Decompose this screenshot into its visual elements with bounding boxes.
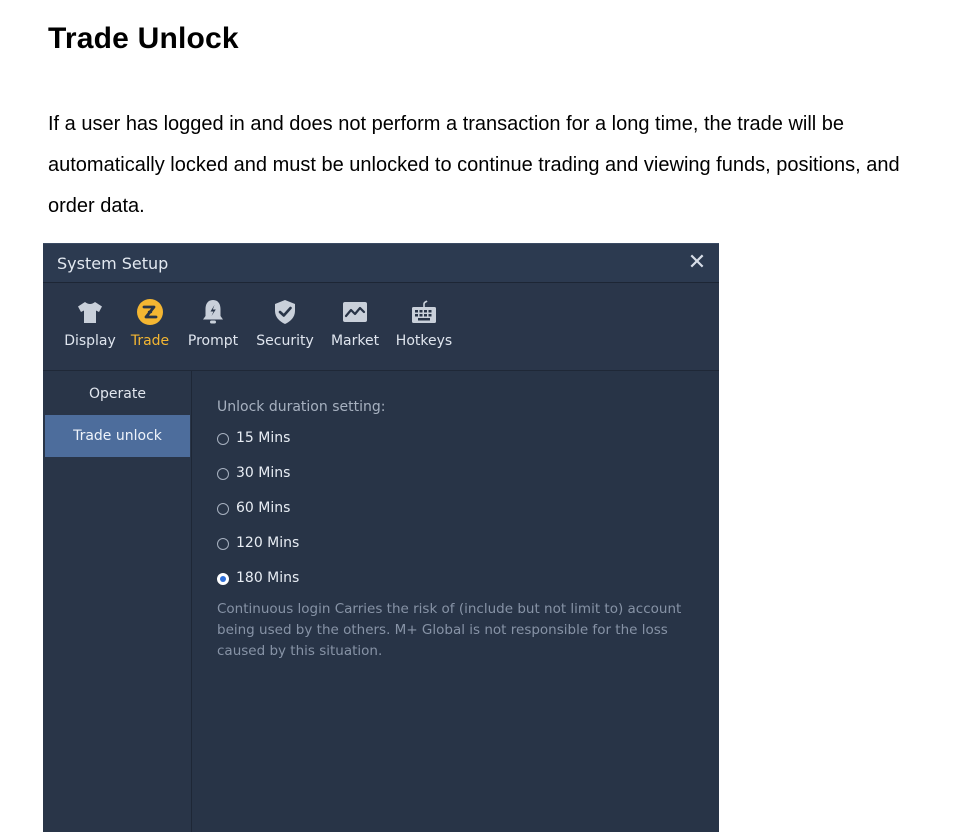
tab-prompt-label: Prompt	[187, 333, 239, 349]
tab-display-label: Display	[64, 333, 116, 349]
tab-market-label: Market	[330, 333, 380, 349]
bell-icon	[203, 300, 223, 324]
close-icon[interactable]: ✕	[683, 249, 711, 277]
settings-sidebar: Operate Trade unlock	[43, 371, 192, 832]
radio-button[interactable]	[217, 573, 229, 585]
risk-notice: Continuous login Carries the risk of (in…	[217, 601, 682, 659]
sidebar-item-trade-unlock[interactable]: Trade unlock	[45, 415, 190, 457]
trade-icon	[137, 299, 163, 325]
page-title: Trade Unlock	[48, 22, 239, 55]
shield-icon	[275, 300, 295, 324]
shirt-icon	[78, 302, 102, 323]
unlock-duration-label: Unlock duration setting:	[217, 399, 386, 415]
option-label: 180 Mins	[236, 570, 300, 586]
tab-trade[interactable]: Trade	[127, 297, 173, 349]
system-setup-window: System Setup ✕ Display Trade Prompt Secu…	[43, 243, 719, 832]
option-label: 60 Mins	[236, 500, 291, 516]
option-label: 120 Mins	[236, 535, 300, 551]
tab-security-label: Security	[256, 333, 314, 349]
radio-button[interactable]	[217, 468, 229, 480]
tab-display[interactable]: Display	[63, 297, 117, 349]
tab-security[interactable]: Security	[253, 297, 317, 349]
tab-hotkeys[interactable]: Hotkeys	[393, 297, 455, 349]
window-title: System Setup	[57, 254, 169, 273]
chart-icon	[343, 302, 367, 322]
description-paragraph: If a user has logged in and does not per…	[48, 113, 900, 217]
tab-prompt[interactable]: Prompt	[183, 297, 243, 349]
option-label: 30 Mins	[236, 465, 291, 481]
keyboard-icon	[412, 300, 436, 323]
sidebar-item-operate[interactable]: Operate	[45, 373, 190, 415]
tab-market[interactable]: Market	[327, 297, 383, 349]
settings-toolbar: Display Trade Prompt Security Market Hot…	[43, 283, 719, 371]
window-titlebar[interactable]: System Setup ✕	[43, 243, 719, 283]
radio-button[interactable]	[217, 433, 229, 445]
radio-button[interactable]	[217, 503, 229, 515]
tab-hotkeys-label: Hotkeys	[395, 333, 453, 349]
settings-content: Unlock duration setting: 15 Mins 30 Mins…	[192, 371, 719, 832]
option-label: 15 Mins	[236, 430, 291, 446]
tab-trade-label: Trade	[130, 333, 170, 349]
radio-button[interactable]	[217, 538, 229, 550]
